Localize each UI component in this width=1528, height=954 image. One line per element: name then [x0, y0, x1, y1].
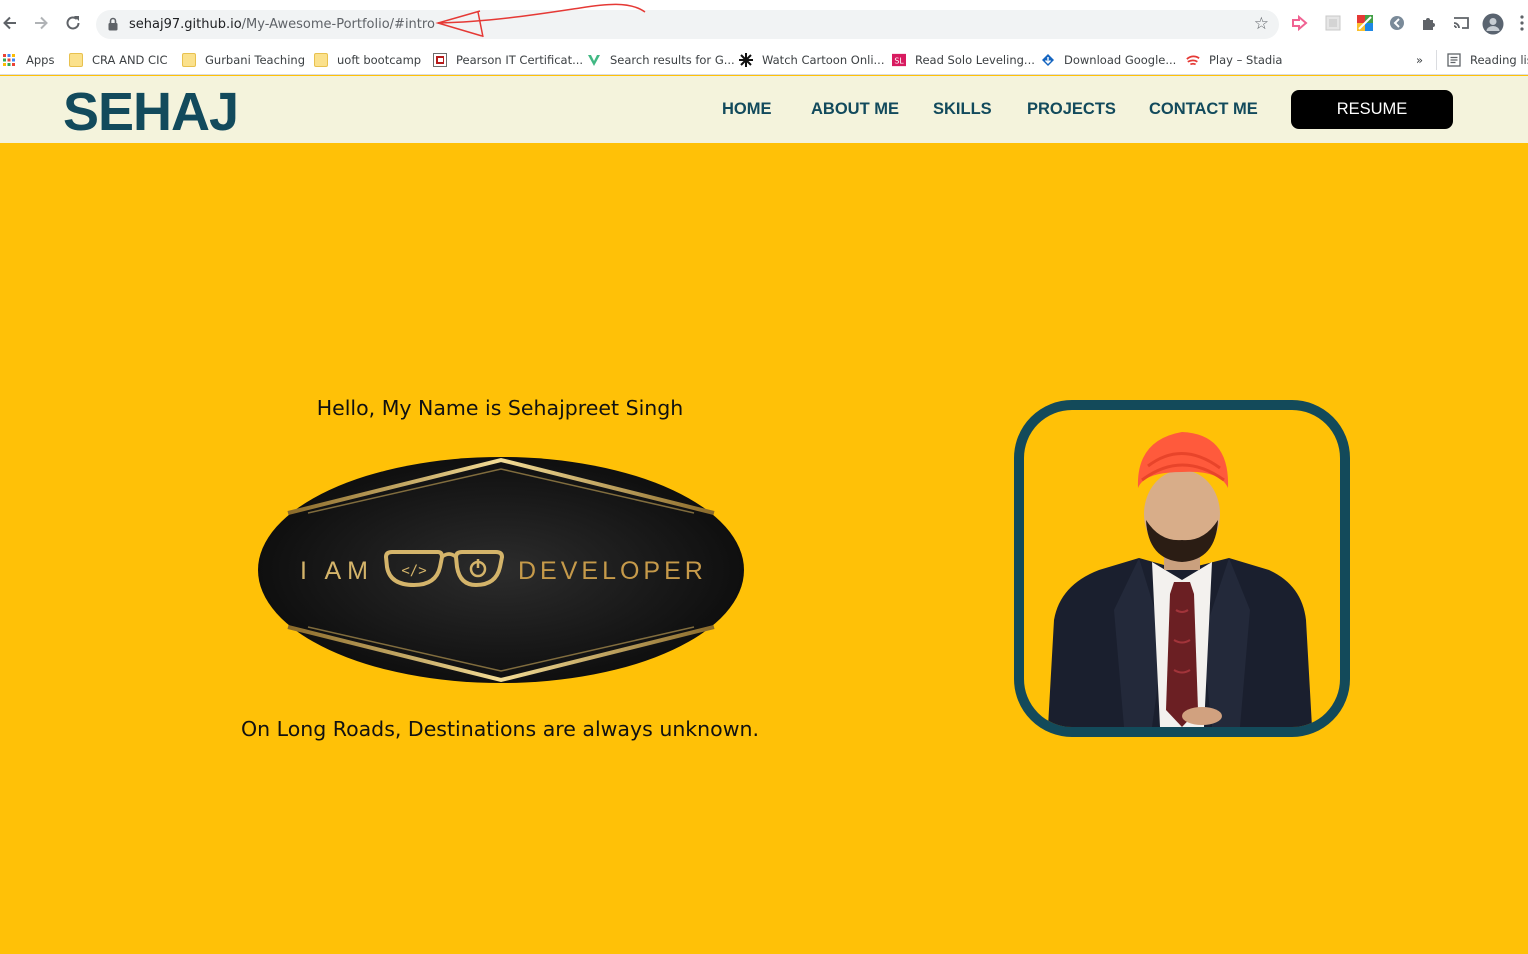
folder-icon: [314, 53, 328, 67]
nav-about-me[interactable]: ABOUT ME: [811, 100, 899, 119]
download-icon: [1042, 54, 1054, 66]
svg-text:SL: SL: [894, 57, 904, 66]
bookmark-label: Pearson IT Certificat...: [456, 53, 584, 67]
cartoon-icon: [739, 53, 753, 67]
bookmark-pearson[interactable]: Pearson IT Certificat...: [433, 50, 583, 70]
reading-list-icon: [1447, 53, 1461, 67]
reading-list-button[interactable]: Reading lis: [1447, 50, 1528, 70]
profile-photo: [1014, 400, 1350, 737]
bookmark-uoft-bootcamp[interactable]: uoft bootcamp: [314, 50, 421, 70]
developer-badge-logo: I AM </> DEVELOPER: [258, 457, 744, 683]
nav-home[interactable]: HOME: [722, 100, 772, 119]
bookmark-label: CRA AND CIC: [92, 53, 168, 67]
url-text: sehaj97.github.io/My-Awesome-Portfolio/#…: [129, 17, 435, 32]
reading-list-label: Reading lis: [1470, 53, 1528, 67]
extension-circle-icon[interactable]: [1388, 14, 1406, 32]
bookmarks-overflow-button[interactable]: »: [1416, 50, 1423, 70]
stadia-icon: [1186, 55, 1200, 66]
bookmark-label: Download Google...: [1064, 53, 1177, 67]
bookmark-label: Gurbani Teaching: [205, 53, 306, 67]
browser-toolbar: sehaj97.github.io/My-Awesome-Portfolio/#…: [0, 0, 1528, 46]
badge-text-developer: DEVELOPER: [518, 557, 707, 585]
reload-icon[interactable]: [63, 12, 83, 34]
bookmark-label: Watch Cartoon Onli...: [762, 53, 885, 67]
bookmark-label: Read Solo Leveling...: [915, 53, 1035, 67]
pearson-icon: [433, 53, 447, 67]
site-logo[interactable]: SEHAJ: [63, 81, 239, 143]
badge-text-i-am: I AM: [300, 557, 374, 585]
extension-pink-arrow-icon[interactable]: [1291, 14, 1309, 32]
bookmarks-divider: [1436, 50, 1437, 70]
bookmarks-bar: Apps CRA AND CIC Gurbani Teaching uoft b…: [0, 46, 1528, 75]
lock-icon: [108, 17, 118, 31]
apps-grid-icon: [3, 54, 15, 66]
profile-avatar-icon[interactable]: [1482, 13, 1504, 35]
tagline: On Long Roads, Destinations are always u…: [240, 717, 759, 741]
svg-text:</>: </>: [401, 563, 426, 579]
folder-icon: [69, 53, 83, 67]
bookmark-watch-cartoon[interactable]: Watch Cartoon Onli...: [739, 50, 885, 70]
overflow-chevron-icon: »: [1416, 53, 1424, 67]
nav-contact-me[interactable]: CONTACT ME: [1149, 100, 1258, 119]
bookmark-label: uoft bootcamp: [337, 53, 422, 67]
bookmark-cra-and-cic[interactable]: CRA AND CIC: [69, 50, 168, 70]
bookmark-gurbani-teaching[interactable]: Gurbani Teaching: [182, 50, 305, 70]
back-arrow-icon[interactable]: [0, 12, 20, 34]
bookmark-apps[interactable]: Apps: [2, 50, 54, 70]
bookmark-star-icon[interactable]: ☆: [1254, 14, 1269, 34]
nav-skills[interactable]: SKILLS: [933, 100, 992, 119]
resume-button[interactable]: RESUME: [1291, 90, 1453, 129]
hello-heading: Hello, My Name is Sehajpreet Singh: [316, 396, 684, 420]
bookmark-search-results[interactable]: Search results for G...: [587, 50, 735, 70]
address-bar[interactable]: sehaj97.github.io/My-Awesome-Portfolio/#…: [96, 10, 1279, 39]
bookmark-label: Search results for G...: [610, 53, 735, 67]
cast-icon[interactable]: [1452, 14, 1470, 32]
bookmark-label: Play – Stadia: [1209, 53, 1283, 67]
sl-icon: SL: [892, 53, 906, 67]
nav-projects[interactable]: PROJECTS: [1027, 100, 1116, 119]
extension-grey-box-icon[interactable]: [1324, 14, 1342, 32]
forward-arrow-icon[interactable]: [31, 12, 51, 34]
bookmark-read-solo-leveling[interactable]: SL Read Solo Leveling...: [892, 50, 1035, 70]
bookmark-play-stadia[interactable]: Play – Stadia: [1186, 50, 1282, 70]
bookmark-download-google[interactable]: Download Google...: [1041, 50, 1176, 70]
folder-icon: [182, 53, 196, 67]
site-header: SEHAJ HOME ABOUT ME SKILLS PROJECTS CONT…: [0, 76, 1528, 143]
bookmark-label: Apps: [26, 53, 55, 67]
vuetify-icon: [588, 55, 600, 66]
extensions-puzzle-icon[interactable]: [1420, 14, 1438, 32]
extension-colorful-icon[interactable]: [1356, 14, 1374, 32]
person-photo-illustration: [1048, 432, 1312, 727]
menu-kebab-icon[interactable]: [1516, 14, 1528, 32]
